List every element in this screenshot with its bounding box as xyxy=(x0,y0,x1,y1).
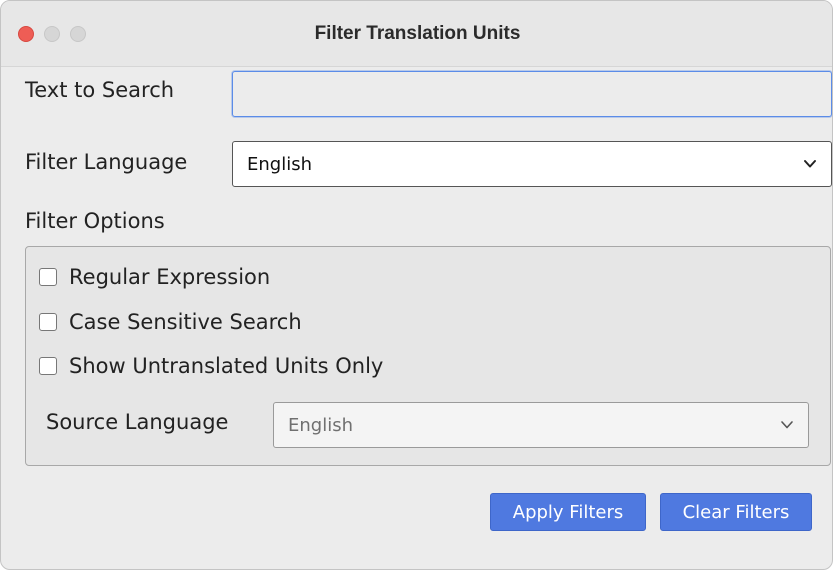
search-input[interactable] xyxy=(232,71,832,117)
regex-checkbox[interactable] xyxy=(39,268,57,286)
search-label: Text to Search xyxy=(25,78,175,102)
chevron-down-icon xyxy=(803,157,817,171)
source-language-select[interactable]: English xyxy=(273,402,809,448)
filter-language-select[interactable]: English xyxy=(232,141,832,187)
clear-filters-button[interactable]: Clear Filters xyxy=(660,493,812,531)
title-bar[interactable]: Filter Translation Units xyxy=(1,1,832,67)
filter-dialog-window: Filter Translation Units Text to Search … xyxy=(0,0,833,570)
case-sensitive-option[interactable]: Case Sensitive Search xyxy=(39,310,302,334)
filter-language-label: Filter Language xyxy=(25,150,188,174)
untranslated-only-option[interactable]: Show Untranslated Units Only xyxy=(39,354,383,378)
filter-options-label: Filter Options xyxy=(25,209,165,233)
untranslated-only-checkbox[interactable] xyxy=(39,357,57,375)
apply-filters-button[interactable]: Apply Filters xyxy=(490,493,646,531)
window-title: Filter Translation Units xyxy=(314,23,521,44)
case-sensitive-label: Case Sensitive Search xyxy=(69,310,302,334)
untranslated-only-label: Show Untranslated Units Only xyxy=(69,354,384,378)
case-sensitive-checkbox[interactable] xyxy=(39,313,57,331)
regex-option[interactable]: Regular Expression xyxy=(39,265,270,289)
chevron-down-icon xyxy=(780,418,794,432)
source-language-value: English xyxy=(288,414,353,436)
source-language-label: Source Language xyxy=(46,410,229,434)
filter-language-value: English xyxy=(247,153,312,175)
regex-label: Regular Expression xyxy=(69,265,271,289)
